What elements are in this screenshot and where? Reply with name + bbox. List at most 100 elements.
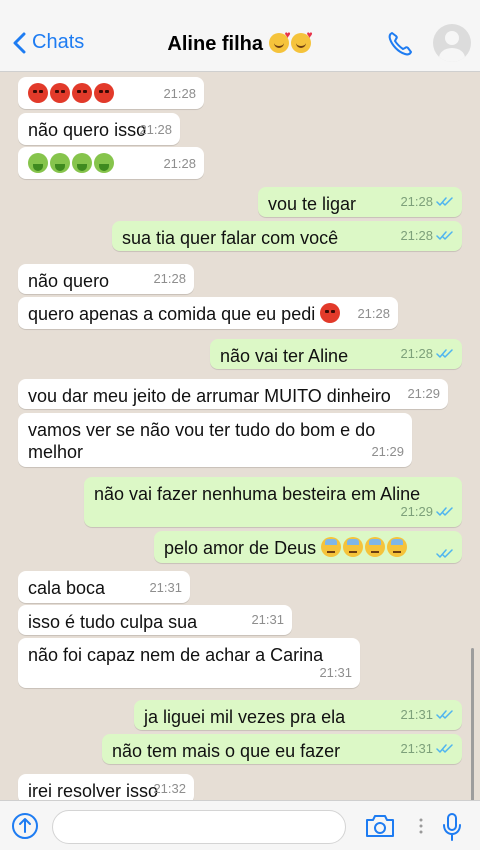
- incoming-message[interactable]: quero apenas a comida que eu pedi 21:28: [18, 297, 398, 329]
- angry-emoji-icon: [320, 303, 341, 323]
- outgoing-message[interactable]: não tem mais o que eu fazer 21:31: [102, 734, 462, 764]
- message-text: não foi capaz nem de achar a Carina: [28, 645, 324, 665]
- smiling-face-with-hearts-icon: [268, 30, 291, 53]
- camera-icon: [366, 815, 394, 837]
- outgoing-message[interactable]: ja liguei mil vezes pra ela 21:31: [134, 700, 462, 730]
- scrollbar[interactable]: [471, 648, 474, 800]
- read-ticks-icon: [436, 349, 453, 358]
- incoming-message[interactable]: cala boca 21:31: [18, 571, 190, 603]
- camera-button[interactable]: [364, 813, 396, 844]
- message-time: 21:29: [400, 504, 433, 519]
- message-text: quero apenas a comida que eu pedi: [28, 304, 316, 324]
- message-meta: 21:29: [371, 441, 404, 463]
- message-text: pelo amor de Deus: [164, 538, 317, 558]
- message-text: não vai ter Aline: [220, 346, 349, 366]
- message-meta: 21:28: [400, 225, 454, 247]
- message-meta: 21:28: [357, 303, 390, 325]
- message-time: 21:29: [371, 444, 404, 459]
- more-dots: [418, 817, 424, 840]
- angry-emoji-icon: [50, 83, 70, 103]
- message-text: cala boca: [28, 578, 106, 598]
- message-meta: 21:28: [153, 268, 186, 290]
- sick-emoji-icon: [50, 153, 70, 173]
- message-meta: 21:31: [251, 609, 284, 631]
- message-time: 21:29: [407, 386, 440, 401]
- incoming-message[interactable]: não quero 21:28: [18, 264, 194, 294]
- incoming-message[interactable]: não foi capaz nem de achar a Carina 21:31: [18, 638, 360, 688]
- incoming-message[interactable]: irei resolver isso 21:32: [18, 774, 194, 800]
- tired-emoji-icon: [321, 537, 342, 557]
- message-time: 21:31: [400, 741, 433, 756]
- message-meta: [433, 549, 454, 559]
- upload-icon: [12, 813, 38, 839]
- message-meta: 21:31: [149, 577, 182, 599]
- message-text: não vai fazer nenhuma besteira em Aline: [94, 484, 421, 504]
- incoming-message[interactable]: vamos ver se não vou ter tudo do bom e d…: [18, 413, 412, 467]
- message-time: 21:31: [400, 707, 433, 722]
- message-input[interactable]: [52, 810, 346, 844]
- message-meta: 21:28: [400, 191, 454, 213]
- outgoing-message[interactable]: não vai fazer nenhuma besteira em Aline 2…: [84, 477, 462, 527]
- call-button[interactable]: [386, 30, 414, 63]
- message-time: 21:31: [319, 665, 352, 680]
- message-time: 21:28: [163, 156, 196, 171]
- message-text: vou dar meu jeito de arrumar MUITO dinhe…: [28, 386, 391, 406]
- message-time: 21:28: [163, 86, 196, 101]
- message-meta: 21:28: [163, 153, 196, 175]
- message-meta: 21:32: [153, 778, 186, 800]
- outgoing-message[interactable]: sua tia quer falar com você 21:28: [112, 221, 462, 251]
- upload-button[interactable]: [11, 812, 39, 845]
- read-ticks-icon: [436, 197, 453, 206]
- phone-icon: [388, 32, 412, 56]
- message-meta: 21:28: [163, 83, 196, 105]
- sick-emoji-icon: [94, 153, 114, 173]
- voice-button[interactable]: [441, 812, 463, 847]
- tired-emoji-icon: [365, 537, 386, 557]
- incoming-message[interactable]: vou dar meu jeito de arrumar MUITO dinhe…: [18, 379, 448, 409]
- incoming-message[interactable]: não quero isso 21:28: [18, 113, 180, 145]
- read-ticks-icon: [436, 507, 453, 516]
- message-time: 21:31: [149, 580, 182, 595]
- read-ticks-icon: [436, 710, 453, 719]
- incoming-message[interactable]: isso é tudo culpa sua 21:31: [18, 605, 292, 635]
- message-meta: 21:28: [139, 119, 172, 141]
- read-ticks-icon: [436, 231, 453, 240]
- message-time: 21:28: [400, 346, 433, 361]
- message-text: não tem mais o que eu fazer: [112, 741, 341, 761]
- message-time: 21:28: [357, 306, 390, 321]
- message-time: 21:32: [153, 781, 186, 796]
- message-text: sua tia quer falar com você: [122, 228, 339, 248]
- contact-name: Aline filha: [167, 33, 263, 55]
- message-time: 21:28: [153, 271, 186, 286]
- message-meta: 21:31: [319, 662, 352, 684]
- person-icon: [439, 31, 465, 62]
- angry-emoji-icon: [72, 83, 92, 103]
- message-text: irei resolver isso: [28, 781, 159, 800]
- tired-emoji-icon: [343, 537, 364, 557]
- chat-header: Chats Aline filha: [0, 0, 480, 72]
- outgoing-message[interactable]: vou te ligar 21:28: [258, 187, 462, 217]
- outgoing-message[interactable]: pelo amor de Deus: [154, 531, 462, 563]
- message-text: ja liguei mil vezes pra ela: [144, 707, 346, 727]
- message-meta: 21:28: [400, 343, 454, 365]
- message-text: não quero isso: [28, 120, 147, 140]
- incoming-message[interactable]: 21:28: [18, 77, 204, 109]
- angry-emoji-icon: [28, 83, 48, 103]
- dots-icon: [419, 818, 423, 834]
- read-ticks-icon: [436, 744, 453, 753]
- message-text: vamos ver se não vou ter tudo do bom e d…: [28, 420, 376, 462]
- tired-emoji-icon: [387, 537, 408, 557]
- avatar[interactable]: [433, 24, 471, 62]
- message-meta: 21:31: [400, 704, 454, 726]
- message-meta: 21:29: [407, 383, 440, 405]
- message-text: vou te ligar: [268, 194, 357, 214]
- outgoing-message[interactable]: não vai ter Aline 21:28: [210, 339, 462, 369]
- message-list[interactable]: 21:28 não quero isso 21:28 21:28 vou te liga…: [0, 73, 480, 800]
- incoming-message[interactable]: 21:28: [18, 147, 204, 179]
- read-ticks-icon: [436, 549, 453, 558]
- message-time: 21:28: [400, 194, 433, 209]
- microphone-icon: [443, 813, 461, 841]
- message-meta: 21:29: [400, 501, 454, 523]
- angry-emoji-icon: [94, 83, 114, 103]
- message-time: 21:31: [251, 612, 284, 627]
